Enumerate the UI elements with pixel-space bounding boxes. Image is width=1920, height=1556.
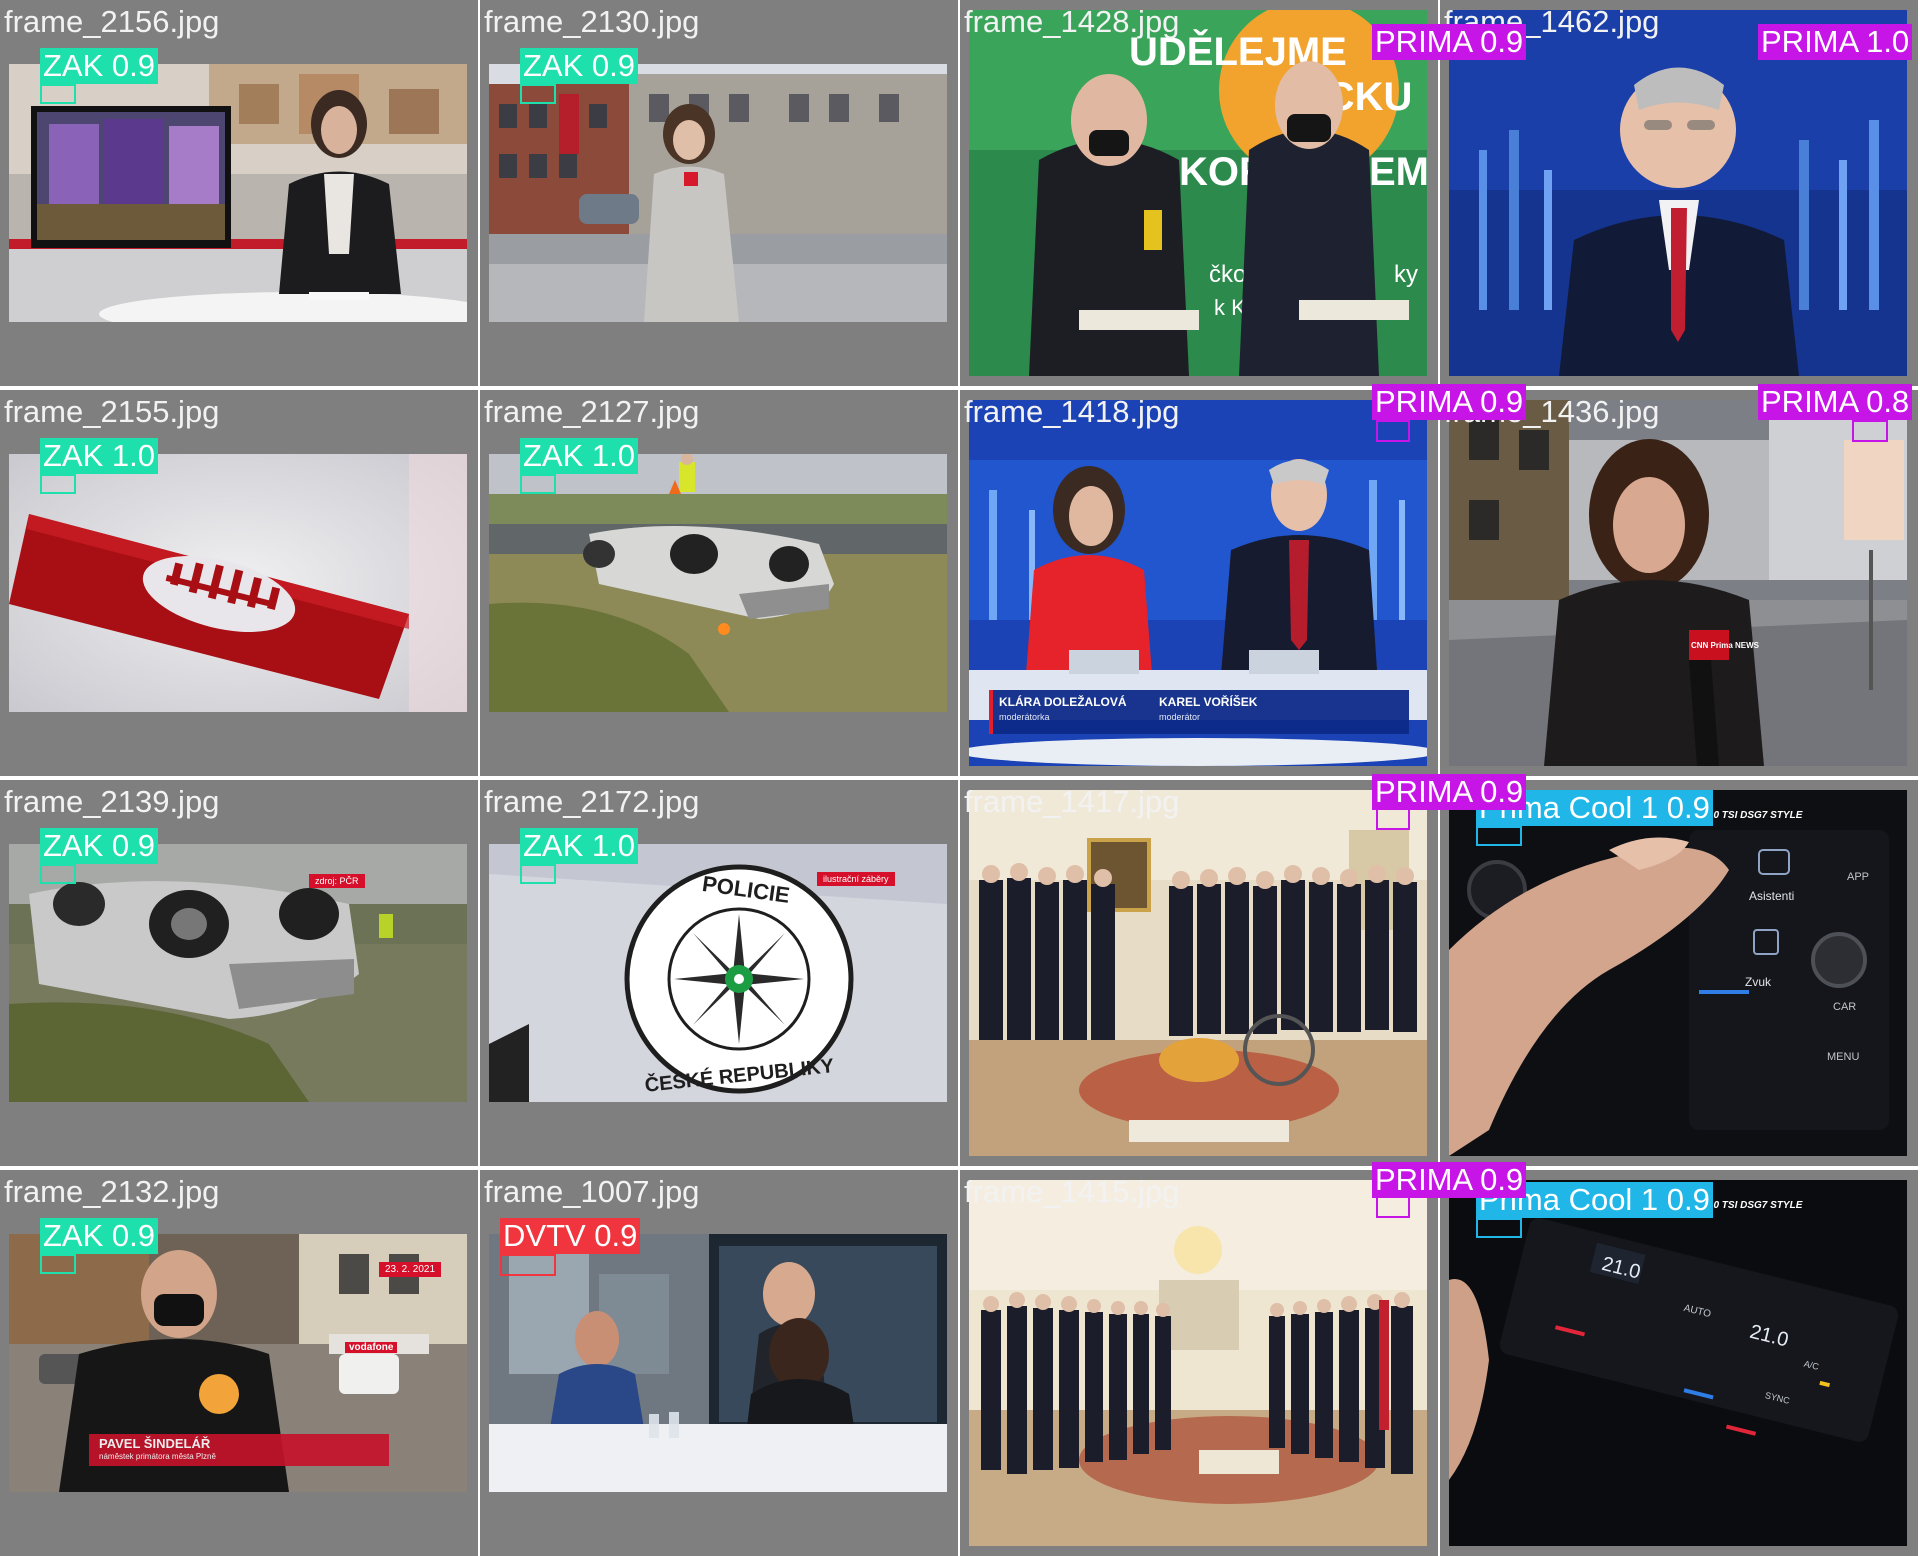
shop-sign: vodafone — [345, 1342, 398, 1353]
tile-frame-2130[interactable]: frame_2130.jpg ZAK 0.9 — [480, 0, 958, 386]
frame-filename: frame_1415.jpg — [964, 1174, 1180, 1209]
frame-filename: frame_2155.jpg — [4, 394, 220, 429]
frame-filename: frame_2172.jpg — [484, 784, 700, 819]
banner-text-right: EM — [1369, 150, 1427, 194]
illustrative-tag: ilustrační záběry — [817, 872, 895, 886]
detection-label-1462: PRIMA 1.0 — [1758, 24, 1913, 60]
tile-prima-cool-climate[interactable]: 21.0 AUTO 21.0 A/C SYNC VOLKSWAGEN POLO … — [1440, 1170, 1918, 1556]
tile-frame-2172[interactable]: POLICIE ČESKÉ REPUBLIKY ilustrační záběr… — [480, 780, 958, 1166]
detection-label-1436: PRIMA 0.8 — [1758, 384, 1913, 420]
banner-text-low-right: ky — [1394, 261, 1418, 288]
detection-grid: frame_2156.jpg ZAK 0.9 frame_2130.jpg ZA… — [0, 0, 1920, 1556]
frame-filename: frame_2132.jpg — [4, 1174, 220, 1209]
frame-image — [489, 454, 947, 712]
detection-box — [520, 864, 556, 884]
detection-label: DVTV 0.9 — [500, 1218, 641, 1254]
tile-prima-cool-touchscreen[interactable]: Asistenti Zvuk APP CAR MENU VOLKSWAGEN P… — [1440, 780, 1918, 1166]
mic-flag-text: CNN Prima NEWS — [1691, 641, 1760, 650]
detection-box-1415 — [1376, 1196, 1410, 1218]
detection-box — [40, 864, 76, 884]
detection-label: ZAK 0.9 — [40, 1218, 158, 1254]
lower-third-name-right: KAREL VOŘÍŠEK — [1159, 694, 1258, 709]
tile-frame-2156[interactable]: frame_2156.jpg ZAK 0.9 — [0, 0, 478, 386]
button-app-label: APP — [1847, 871, 1869, 883]
frame-image — [969, 790, 1427, 1156]
detection-label: ZAK 0.9 — [40, 48, 158, 84]
frame-image — [969, 1180, 1427, 1546]
frame-image: POLICIE ČESKÉ REPUBLIKY ilustrační záběr… — [489, 844, 947, 1102]
detection-label-1417: PRIMA 0.9 — [1372, 774, 1527, 810]
lower-third-name-left: KLÁRA DOLEŽALOVÁ — [999, 694, 1127, 709]
detection-box — [520, 84, 556, 104]
frame-filename: frame_1007.jpg — [484, 1174, 700, 1209]
frame-image: 23. 2. 2021 vodafone PAVEL ŠINDELÁŘ námě… — [9, 1234, 467, 1492]
detection-box — [40, 1254, 76, 1274]
lower-third-name: PAVEL ŠINDELÁŘ — [99, 1436, 211, 1451]
frame-image: UDĚLEJME ECKU KORO EM čkovsk ky k Kor ot… — [969, 10, 1427, 376]
tile-frame-1415[interactable]: frame_1415.jpg — [960, 1170, 1438, 1556]
detection-box — [40, 84, 76, 104]
tile-frame-2139[interactable]: zdroj: PČR frame_2139.jpg ZAK 0.9 — [0, 780, 478, 1166]
button-menu-label: MENU — [1827, 1051, 1859, 1063]
lower-third: PAVEL ŠINDELÁŘ náměstek primátora města … — [89, 1434, 389, 1466]
detection-box — [520, 474, 556, 494]
tile-frame-2127[interactable]: frame_2127.jpg ZAK 1.0 — [480, 390, 958, 776]
tile-frame-1418[interactable]: KLÁRA DOLEŽALOVÁ moderátorka KAREL VOŘÍŠ… — [960, 390, 1438, 776]
detection-label-1418: PRIMA 0.9 — [1372, 384, 1527, 420]
frame-filename: frame_2156.jpg — [4, 4, 220, 39]
frame-image — [489, 64, 947, 322]
tile-frame-1417[interactable]: frame_1417.jpg — [960, 780, 1438, 1166]
source-tag: zdroj: PČR — [309, 874, 365, 888]
button-car-label: CAR — [1833, 1001, 1856, 1013]
detection-box-1417 — [1376, 808, 1410, 830]
frame-filename: frame_2139.jpg — [4, 784, 220, 819]
detection-label: ZAK 0.9 — [40, 828, 158, 864]
frame-image — [9, 454, 467, 712]
frame-filename: frame_1417.jpg — [964, 784, 1180, 819]
frame-image — [489, 1234, 947, 1492]
detection-label-1415: PRIMA 0.9 — [1372, 1162, 1527, 1198]
detection-label: ZAK 1.0 — [40, 438, 158, 474]
frame-filename: frame_2127.jpg — [484, 394, 700, 429]
lower-third-role-right: moderátor — [1159, 712, 1200, 722]
date-tag: 23. 2. 2021 — [379, 1262, 442, 1277]
detection-box — [1476, 826, 1522, 846]
detection-box — [500, 1254, 556, 1276]
button-assist-label: Asistenti — [1749, 889, 1794, 903]
detection-box-1436 — [1852, 420, 1888, 442]
detection-box — [40, 474, 76, 494]
frame-image: zdroj: PČR — [9, 844, 467, 1102]
detection-box-1418 — [1376, 420, 1410, 442]
tile-frame-2155[interactable]: frame_2155.jpg ZAK 1.0 — [0, 390, 478, 776]
frame-image: KLÁRA DOLEŽALOVÁ moderátorka KAREL VOŘÍŠ… — [969, 400, 1427, 766]
tile-frame-1436[interactable]: CNN Prima NEWS frame_1436.jpg — [1440, 390, 1918, 776]
frame-filename: frame_1428.jpg — [964, 4, 1180, 39]
detection-label-1428: PRIMA 0.9 — [1372, 24, 1527, 60]
detection-label: ZAK 1.0 — [520, 828, 638, 864]
detection-label: ZAK 1.0 — [520, 438, 638, 474]
frame-filename: frame_2130.jpg — [484, 4, 700, 39]
frame-image — [1449, 10, 1907, 376]
detection-label: ZAK 0.9 — [520, 48, 638, 84]
frame-filename: frame_1418.jpg — [964, 394, 1180, 429]
button-sound-label: Zvuk — [1745, 975, 1772, 989]
frame-image: CNN Prima NEWS — [1449, 400, 1907, 766]
frame-image — [9, 64, 467, 322]
lower-third-role: náměstek primátora města Plzně — [99, 1452, 216, 1461]
detection-box — [1476, 1218, 1522, 1238]
tile-frame-1428[interactable]: UDĚLEJME ECKU KORO EM čkovsk ky k Kor ot… — [960, 0, 1438, 386]
lower-third-role-left: moderátorka — [999, 712, 1050, 722]
tile-frame-2132[interactable]: 23. 2. 2021 vodafone PAVEL ŠINDELÁŘ námě… — [0, 1170, 478, 1556]
tile-frame-1007[interactable]: frame_1007.jpg DVTV 0.9 — [480, 1170, 958, 1556]
